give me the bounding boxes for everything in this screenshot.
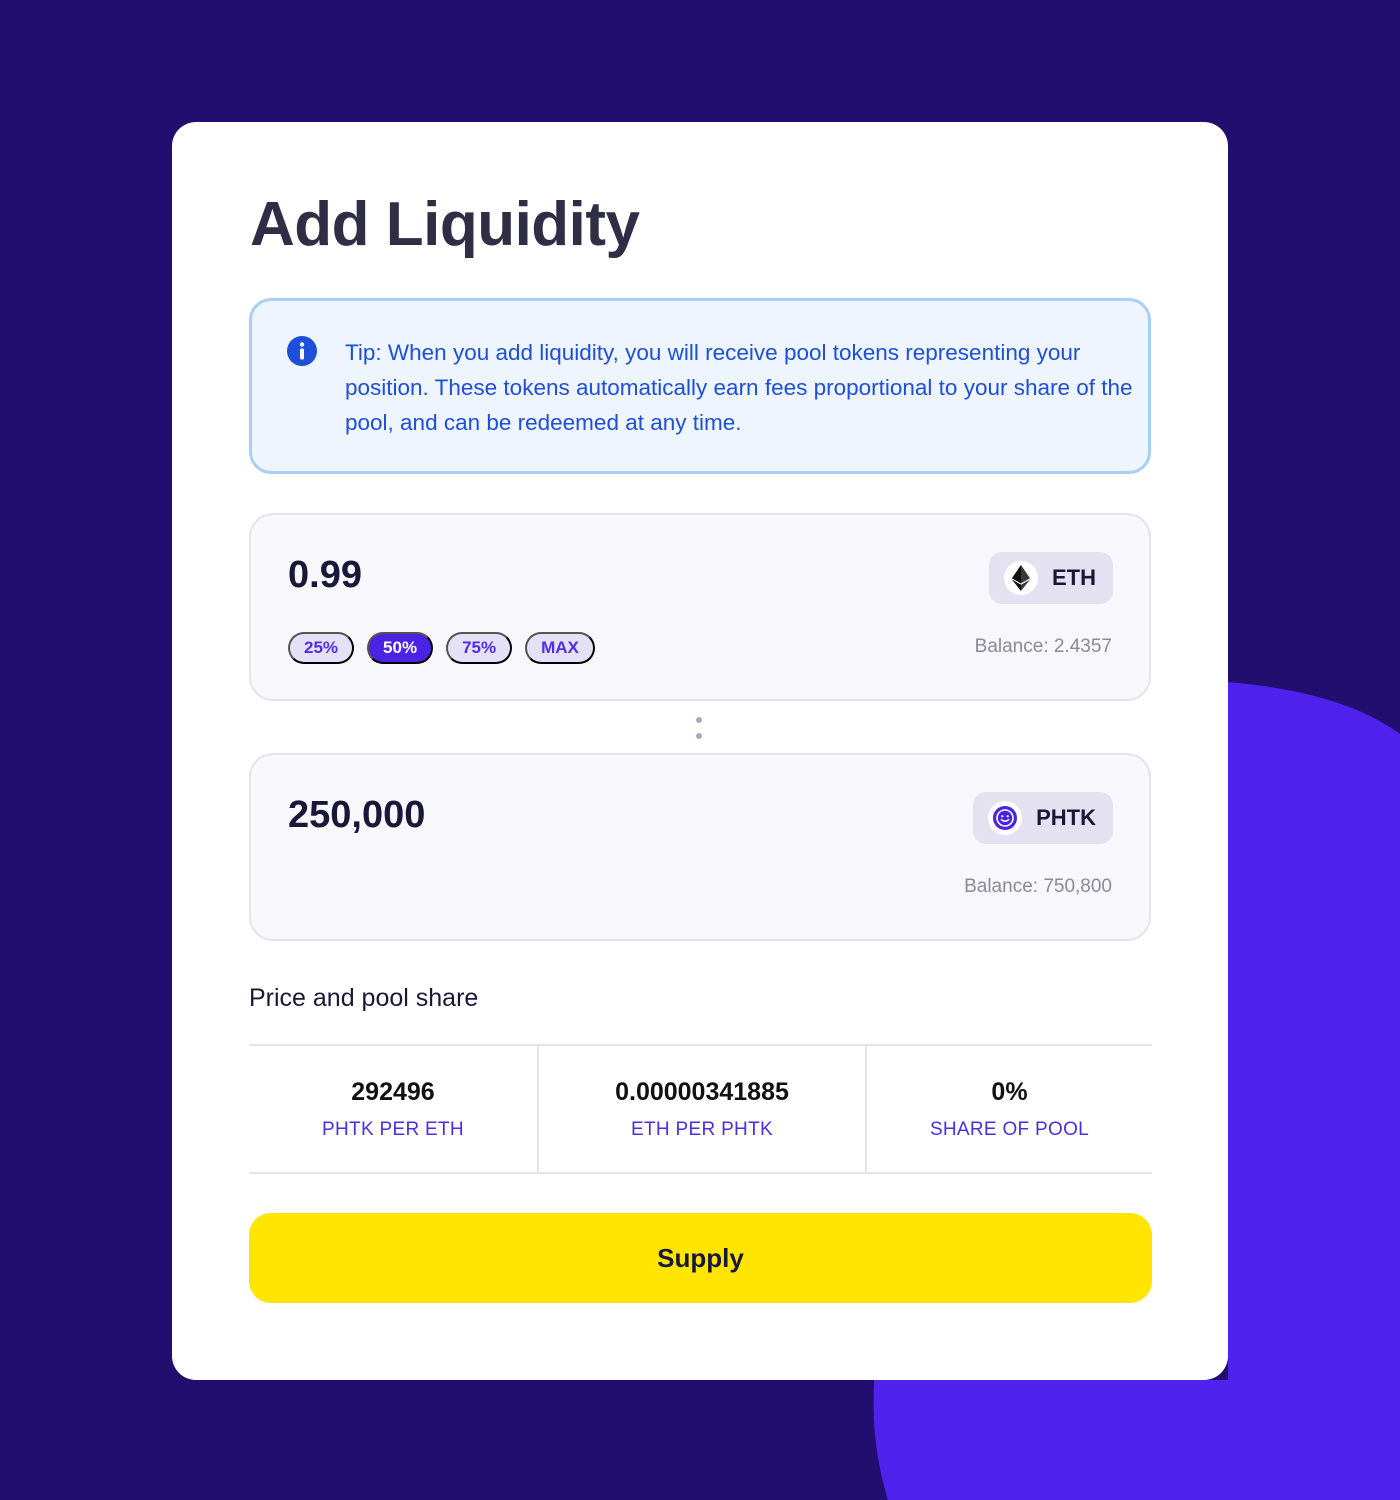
token-a-amount-input[interactable]: 0.99 xyxy=(288,553,362,597)
token-b-symbol: PHTK xyxy=(1036,805,1096,830)
percent-max-button[interactable]: MAX xyxy=(525,632,595,664)
price-pool-share-heading: Price and pool share xyxy=(249,984,479,1012)
stat-phtk-per-eth: 292496 PHTK PER ETH xyxy=(249,1046,537,1172)
percent-50-button[interactable]: 50% xyxy=(367,632,434,664)
page-background: Add Liquidity Tip: When you add liquidit… xyxy=(0,0,1400,1500)
page-title: Add Liquidity xyxy=(250,190,640,259)
phtk-icon xyxy=(988,801,1023,835)
stat-caption: ETH PER PHTK xyxy=(631,1118,773,1140)
supply-button[interactable]: Supply xyxy=(249,1213,1152,1303)
add-liquidity-card: Add Liquidity Tip: When you add liquidit… xyxy=(172,122,1228,1380)
percent-options: 25% 50% 75% MAX xyxy=(288,632,595,664)
info-icon xyxy=(287,336,317,366)
token-a-symbol: ETH xyxy=(1052,565,1096,590)
token-b-selector[interactable]: PHTK xyxy=(973,792,1113,844)
stat-eth-per-phtk: 0.00000341885 ETH PER PHTK xyxy=(537,1046,865,1172)
token-a-balance: Balance: 2.4357 xyxy=(974,636,1112,657)
stat-value: 0% xyxy=(991,1077,1028,1106)
tip-banner: Tip: When you add liquidity, you will re… xyxy=(249,298,1151,474)
percent-25-button[interactable]: 25% xyxy=(288,632,355,664)
vertical-dots-icon xyxy=(696,717,702,739)
token-b-balance: Balance: 750,800 xyxy=(964,876,1112,897)
percent-75-button[interactable]: 75% xyxy=(446,632,513,664)
eth-icon xyxy=(1004,561,1038,595)
stat-value: 292496 xyxy=(351,1077,435,1106)
stat-value: 0.00000341885 xyxy=(615,1077,789,1106)
stat-caption: SHARE OF POOL xyxy=(929,1118,1090,1140)
token-b-input-box: 250,000 PHTK Balance: 750,800 xyxy=(249,753,1151,941)
stat-caption: PHTK PER ETH xyxy=(322,1118,464,1140)
pool-stats: 292496 PHTK PER ETH 0.00000341885 ETH PE… xyxy=(249,1044,1152,1174)
token-a-selector[interactable]: ETH xyxy=(989,552,1113,604)
token-b-amount-input[interactable]: 250,000 xyxy=(288,793,425,837)
stat-share-of-pool: 0% SHARE OF POOL xyxy=(865,1046,1152,1172)
token-a-input-box: 0.99 ETH 25% 50% 75% MAX Balance: 2.4357 xyxy=(249,513,1151,701)
tip-text: Tip: When you add liquidity, you will re… xyxy=(345,340,1133,435)
